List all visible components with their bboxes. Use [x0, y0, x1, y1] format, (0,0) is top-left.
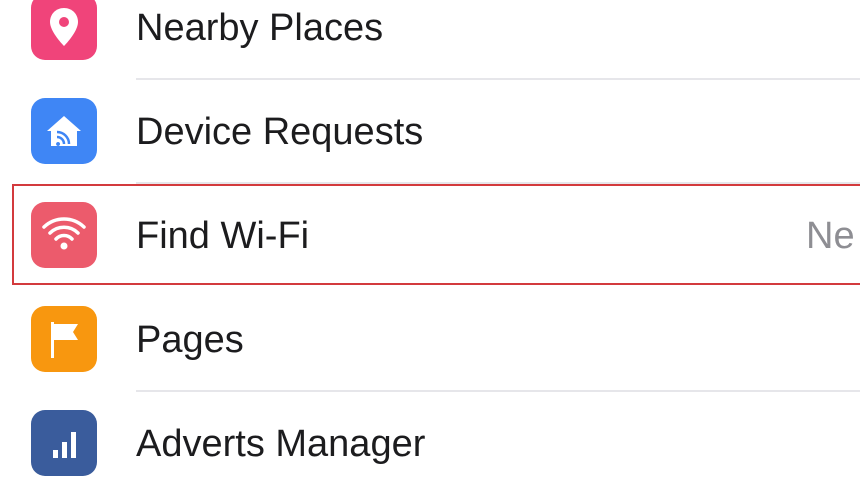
home-wifi-icon	[31, 98, 97, 164]
menu-item-label: Pages	[136, 319, 244, 361]
wifi-icon	[31, 202, 97, 268]
menu-item-device-requests[interactable]: Device Requests	[0, 80, 860, 184]
menu-item-label: Nearby Places	[136, 7, 384, 49]
menu-item-adverts-manager[interactable]: Adverts Manager	[0, 392, 860, 480]
new-badge: Ne	[806, 215, 855, 257]
menu-item-label: Device Requests	[136, 111, 424, 153]
menu-item-find-wifi[interactable]: Find Wi-Fi Ne	[0, 184, 860, 288]
menu-item-label: Find Wi-Fi	[136, 215, 310, 257]
menu-item-nearby-places[interactable]: Nearby Places	[0, 0, 860, 80]
menu-item-label: Adverts Manager	[136, 423, 426, 465]
menu-list: Nearby Places Device Requests Find Wi-Fi…	[0, 0, 860, 480]
location-pin-icon	[31, 0, 97, 60]
flag-icon	[31, 306, 97, 372]
bar-chart-icon	[31, 410, 97, 476]
menu-item-pages[interactable]: Pages	[0, 288, 860, 392]
